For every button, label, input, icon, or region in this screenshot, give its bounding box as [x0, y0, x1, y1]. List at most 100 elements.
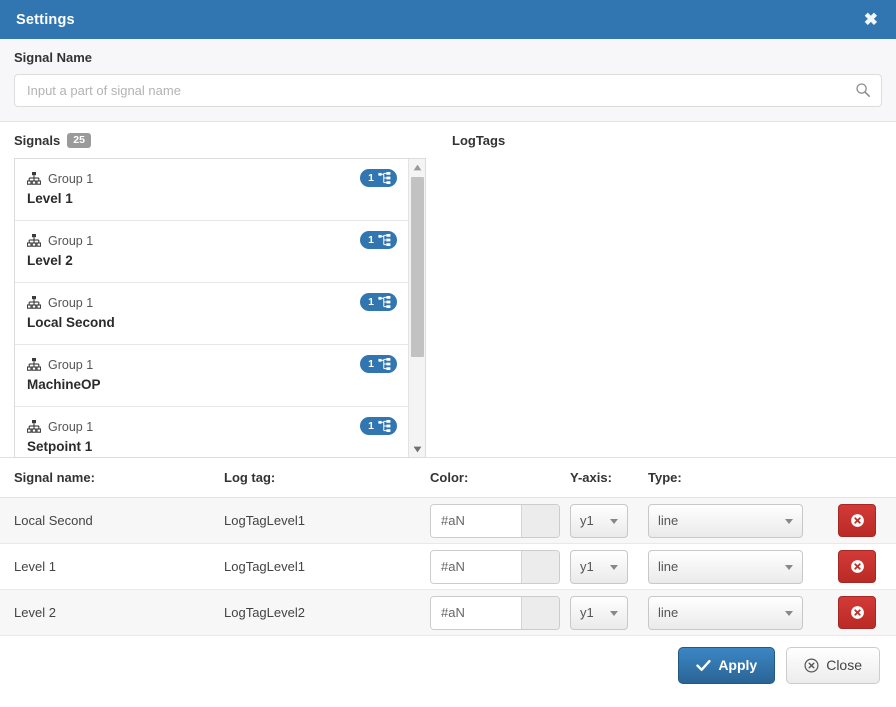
list-item-name: MachineOP [27, 377, 101, 392]
sitemap-icon [27, 234, 41, 247]
list-item-group-row: Group 1 [27, 294, 408, 311]
type-select[interactable]: line [648, 595, 803, 630]
list-item-name: Level 2 [27, 253, 73, 268]
list-item-badge[interactable]: 1 [360, 293, 397, 311]
signals-count-badge: 25 [67, 132, 91, 149]
list-item[interactable]: Group 1 Level 1 1 [15, 159, 408, 221]
check-icon [696, 659, 711, 671]
logtags-pane: LogTags [440, 122, 896, 457]
column-header-y-axis: Y-axis: [570, 458, 648, 498]
list-item[interactable]: Group 1 Setpoint 1 1 [15, 407, 408, 457]
apply-button[interactable]: Apply [678, 646, 776, 684]
cell-y-axis: y1 [570, 497, 648, 544]
delete-row-button[interactable] [838, 550, 876, 583]
signals-list-scroll-area: Group 1 Level 1 1 Group 1 Level 2 1 Grou… [15, 159, 408, 457]
sitemap-icon [378, 234, 391, 246]
signals-pane: Signals 25 Group 1 Level 1 1 Group 1 Lev… [0, 122, 440, 458]
y-axis-select[interactable]: y1 [570, 549, 628, 584]
delete-row-button[interactable] [838, 504, 876, 537]
cell-color [430, 543, 570, 590]
page-title: Settings [16, 11, 75, 28]
chevron-down-icon [610, 518, 618, 524]
sitemap-icon [378, 172, 391, 184]
list-item[interactable]: Group 1 MachineOP 1 [15, 345, 408, 407]
column-header-signal-name: Signal name: [0, 458, 224, 498]
chevron-down-icon [610, 610, 618, 616]
cell-signal-name: Level 1 [0, 543, 224, 590]
signals-heading-label: Signals [14, 133, 61, 148]
list-item-group: Group 1 [48, 357, 94, 372]
color-swatch-button[interactable] [521, 504, 559, 537]
remove-circle-icon [850, 606, 864, 619]
list-item[interactable]: Group 1 Local Second 1 [15, 283, 408, 345]
search-field-wrapper [14, 74, 882, 107]
list-item-group-row: Group 1 [27, 232, 408, 249]
table-header-row: Signal name: Log tag: Color: Y-axis: Typ… [0, 458, 896, 498]
apply-button-label: Apply [718, 657, 758, 673]
sitemap-icon [27, 420, 41, 433]
list-item-badge[interactable]: 1 [360, 355, 397, 373]
delete-row-button[interactable] [838, 596, 876, 629]
list-item[interactable]: Group 1 Level 2 1 [15, 221, 408, 283]
cell-y-axis: y1 [570, 589, 648, 636]
list-item-badge[interactable]: 1 [360, 231, 397, 249]
color-input[interactable] [431, 550, 521, 583]
type-select[interactable]: line [648, 549, 803, 584]
cell-signal-name: Local Second [0, 497, 224, 544]
type-select[interactable]: line [648, 503, 803, 538]
column-header-log-tag: Log tag: [224, 458, 430, 498]
sitemap-icon [27, 358, 41, 371]
y-axis-select[interactable]: y1 [570, 503, 628, 538]
list-item-name: Level 1 [27, 191, 73, 206]
list-item-badge[interactable]: 1 [360, 169, 397, 187]
dialog-footer: Apply Close [0, 636, 896, 694]
list-item-badge[interactable]: 1 [360, 417, 397, 435]
list-item-group: Group 1 [48, 419, 94, 434]
chevron-down-icon [610, 564, 618, 570]
list-item-group: Group 1 [48, 295, 94, 310]
dialog-titlebar: Settings ✖ [0, 0, 896, 39]
chevron-down-icon [785, 564, 793, 570]
color-input-group [430, 595, 560, 630]
close-icon[interactable]: ✖ [860, 9, 882, 30]
cell-type: line [648, 497, 838, 544]
y-axis-select[interactable]: y1 [570, 595, 628, 630]
sitemap-icon [378, 420, 391, 432]
sitemap-icon [27, 172, 41, 185]
table-row: Level 1 LogTagLevel1 y1 line [0, 543, 896, 590]
table-row: Level 2 LogTagLevel2 y1 line [0, 589, 896, 636]
cell-log-tag: LogTagLevel2 [224, 589, 430, 636]
list-item-badge-count: 1 [368, 420, 374, 432]
cell-log-tag: LogTagLevel1 [224, 543, 430, 590]
list-item-group-row: Group 1 [27, 418, 408, 435]
list-item-name: Local Second [27, 315, 115, 330]
scrollbar-thumb[interactable] [411, 177, 424, 357]
column-header-actions [838, 458, 896, 498]
signals-list-scrollbar[interactable] [408, 159, 425, 457]
color-swatch-button[interactable] [521, 596, 559, 629]
color-swatch-button[interactable] [521, 550, 559, 583]
cell-delete [838, 589, 896, 636]
close-button[interactable]: Close [786, 646, 880, 684]
search-input[interactable] [14, 74, 882, 107]
remove-circle-icon [804, 657, 819, 673]
color-input[interactable] [431, 504, 521, 537]
scroll-up-arrow-icon[interactable] [409, 159, 425, 175]
cell-type: line [648, 543, 838, 590]
cell-color [430, 497, 570, 544]
list-item-group: Group 1 [48, 171, 94, 186]
signals-list: Group 1 Level 1 1 Group 1 Level 2 1 Grou… [14, 158, 426, 458]
signal-name-search-region: Signal Name [0, 39, 896, 122]
type-select-value: line [658, 513, 679, 528]
color-input[interactable] [431, 596, 521, 629]
type-select-value: line [658, 605, 679, 620]
remove-circle-icon [850, 514, 864, 527]
list-item-badge-count: 1 [368, 234, 374, 246]
table-row: Local Second LogTagLevel1 y1 [0, 497, 896, 544]
scroll-down-arrow-icon[interactable] [409, 441, 425, 457]
logtags-heading: LogTags [452, 132, 882, 149]
color-input-group [430, 503, 560, 538]
type-select-value: line [658, 559, 679, 574]
selected-signals-table: Signal name: Log tag: Color: Y-axis: Typ… [0, 458, 896, 636]
cell-delete [838, 497, 896, 544]
